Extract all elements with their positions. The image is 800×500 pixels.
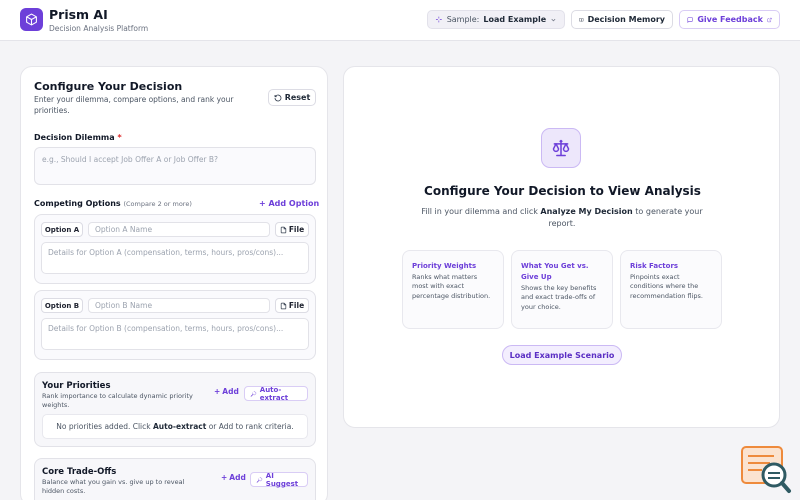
- add-tradeoff-label: Add: [229, 473, 246, 482]
- competing-options-label: Competing Options (Compare 2 or more): [34, 199, 192, 208]
- wand-icon: [256, 476, 263, 483]
- ai-suggest-button[interactable]: AI Suggest: [250, 471, 308, 488]
- priorities-description: Rank importance to calculate dynamic pri…: [42, 392, 193, 409]
- feature-title: Risk Factors: [630, 262, 679, 270]
- add-option-button[interactable]: + Add Option: [259, 199, 319, 208]
- feature-card: Risk Factors Pinpoints exact conditions …: [620, 250, 722, 329]
- configure-decision-panel: Configure Your Decision Enter your dilem…: [20, 66, 328, 500]
- sample-select[interactable]: Sample: Load Example: [427, 10, 565, 29]
- book-icon: [579, 17, 584, 22]
- analysis-title: Configure Your Decision to View Analysis: [424, 184, 701, 198]
- option-tag: Option B: [41, 298, 83, 313]
- scale-icon: [541, 128, 581, 168]
- feature-description: Ranks what matters most with exact perce…: [412, 272, 491, 300]
- option-name-input[interactable]: Option A Name: [88, 222, 270, 237]
- priorities-empty-state: No priorities added. Click Auto-extract …: [42, 414, 308, 439]
- app-title: Prism AI: [49, 7, 108, 22]
- option-card: Option A Option A Name File Details for …: [34, 214, 316, 284]
- assistant-widget[interactable]: [740, 444, 792, 494]
- auto-extract-label: Auto-extract: [259, 385, 289, 402]
- message-square-icon: [687, 16, 693, 23]
- feature-title: Priority Weights: [412, 262, 477, 270]
- compare-note: (Compare 2 or more): [123, 200, 192, 208]
- wand-icon: [250, 390, 257, 397]
- file-icon: [280, 302, 287, 309]
- rotate-ccw-icon: [274, 94, 282, 101]
- feature-description: Pinpoints exact conditions where the rec…: [630, 272, 703, 300]
- analysis-desc-prefix: Fill in your dilemma and click: [421, 207, 538, 216]
- plus-icon: +: [214, 387, 221, 396]
- attach-file-button[interactable]: File: [275, 298, 309, 313]
- dilemma-input[interactable]: e.g., Should I accept Job Offer A or Job…: [34, 147, 316, 185]
- plus-icon: +: [221, 473, 228, 482]
- decision-memory-button[interactable]: Decision Memory: [571, 10, 673, 29]
- dilemma-label: Decision Dilemma *: [34, 133, 122, 142]
- app-subtitle: Decision Analysis Platform: [49, 24, 149, 33]
- configure-description: Enter your dilemma, compare options, and…: [34, 95, 234, 115]
- ai-suggest-label: AI Suggest: [265, 471, 299, 488]
- empty-auto-extract: Auto-extract: [153, 422, 207, 431]
- app-header: Prism AI Decision Analysis Platform Samp…: [0, 0, 800, 41]
- reset-button[interactable]: Reset: [268, 89, 316, 106]
- option-details-input[interactable]: Details for Option B (compensation, term…: [41, 318, 309, 350]
- give-feedback-label: Give Feedback: [697, 15, 763, 24]
- file-label: File: [288, 301, 305, 310]
- option-name-placeholder: Option A Name: [95, 225, 153, 234]
- tradeoffs-title: Core Trade-Offs: [42, 467, 117, 477]
- option-name-placeholder: Option B Name: [95, 301, 153, 310]
- external-link-icon: [767, 17, 772, 22]
- sparkles-icon: [435, 16, 442, 23]
- document-search-icon: [741, 446, 791, 493]
- priorities-title: Your Priorities: [42, 381, 111, 391]
- add-tradeoff-button[interactable]: + Add: [221, 473, 246, 482]
- feature-description: Shows the key benefits and exact trade-o…: [521, 283, 597, 311]
- required-marker: *: [117, 133, 122, 142]
- option-details-input[interactable]: Details for Option A (compensation, term…: [41, 242, 309, 274]
- add-priority-button[interactable]: + Add: [214, 387, 239, 396]
- analysis-panel: Configure Your Decision to View Analysis…: [343, 66, 780, 428]
- feature-title: What You Get vs. Give Up: [521, 262, 589, 281]
- tradeoffs-description: Balance what you gain vs. give up to rev…: [42, 478, 185, 495]
- sample-label: Sample:: [446, 15, 480, 24]
- decision-memory-label: Decision Memory: [587, 15, 665, 24]
- prism-logo-icon: [20, 8, 43, 31]
- option-card: Option B Option B Name File Details for …: [34, 290, 316, 360]
- option-name-input[interactable]: Option B Name: [88, 298, 270, 313]
- dilemma-label-text: Decision Dilemma: [34, 133, 115, 142]
- empty-suffix: or Add to rank criteria.: [208, 422, 294, 431]
- priorities-section: Your Priorities Rank importance to calcu…: [34, 372, 316, 447]
- competing-options-text: Competing Options: [34, 199, 121, 208]
- option-tag: Option A: [41, 222, 83, 237]
- attach-file-button[interactable]: File: [275, 222, 309, 237]
- sample-value: Load Example: [483, 15, 547, 24]
- dilemma-placeholder: e.g., Should I accept Job Offer A or Job…: [42, 155, 219, 164]
- auto-extract-button[interactable]: Auto-extract: [244, 385, 308, 402]
- feature-card: Priority Weights Ranks what matters most…: [402, 250, 504, 329]
- load-example-button[interactable]: Load Example Scenario: [502, 345, 622, 365]
- analysis-description: Fill in your dilemma and click Analyze M…: [412, 206, 712, 230]
- chevron-down-icon: [551, 18, 556, 21]
- empty-prefix: No priorities added. Click: [56, 422, 151, 431]
- feature-card: What You Get vs. Give Up Shows the key b…: [511, 250, 613, 329]
- file-label: File: [288, 225, 305, 234]
- configure-title: Configure Your Decision: [34, 80, 183, 93]
- analyze-my-decision-text: Analyze My Decision: [540, 207, 633, 216]
- reset-label: Reset: [284, 93, 311, 102]
- add-priority-label: Add: [222, 387, 239, 396]
- option-details-placeholder: Details for Option A (compensation, term…: [48, 248, 284, 257]
- give-feedback-button[interactable]: Give Feedback: [679, 10, 780, 29]
- tradeoffs-section: Core Trade-Offs Balance what you gain vs…: [34, 458, 316, 500]
- file-icon: [280, 226, 287, 233]
- option-details-placeholder: Details for Option B (compensation, term…: [48, 324, 284, 333]
